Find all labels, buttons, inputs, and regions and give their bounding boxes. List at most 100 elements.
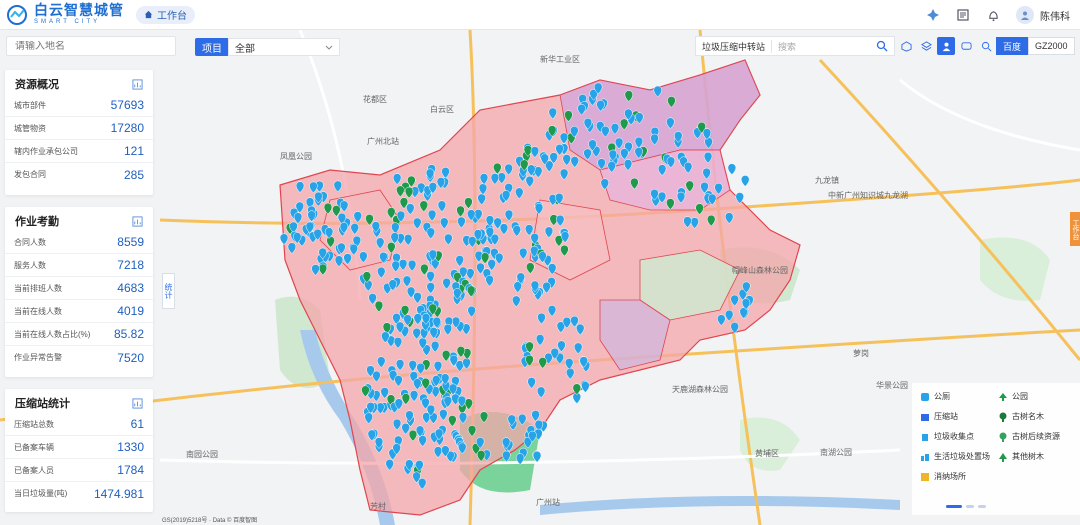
stat-label: 已备案车辆 xyxy=(14,442,54,452)
stat-row[interactable]: 作业异常告警 7520 xyxy=(5,346,153,369)
apps-grid-icon[interactable] xyxy=(918,0,948,30)
workbench-button[interactable]: 工作台 xyxy=(136,5,195,24)
app-subtitle: SMART CITY xyxy=(34,19,101,25)
map-label-nanhu: 南湖公园 xyxy=(820,447,852,457)
facility-marker[interactable] xyxy=(727,163,737,176)
stat-row[interactable]: 辖内作业承包公司 121 xyxy=(5,140,153,163)
stat-row[interactable]: 合同人数 8559 xyxy=(5,231,153,254)
stat-row[interactable]: 已备案人员 1784 xyxy=(5,459,153,482)
stat-row[interactable]: 当日垃圾量(吨) 1474.981 xyxy=(5,482,153,505)
stats-collapse-tab[interactable]: 统计 xyxy=(162,273,175,309)
project-select-value: 全部 xyxy=(235,43,255,55)
stat-row[interactable]: 当前在线人数 4019 xyxy=(5,300,153,323)
stat-value: 4019 xyxy=(117,304,144,318)
map-label-huajing: 华景公园 xyxy=(876,380,908,390)
search-icon[interactable] xyxy=(876,40,888,52)
chart-icon[interactable] xyxy=(132,215,143,227)
map-label-tianluhu: 天鹿湖森林公园 xyxy=(672,384,728,394)
user-name[interactable]: 陈伟科 xyxy=(1040,8,1070,23)
stat-row[interactable]: 发包合同 285 xyxy=(5,163,153,186)
stat-label: 作业异常告警 xyxy=(14,353,62,362)
dump-site-icon xyxy=(920,472,930,482)
stat-value: 61 xyxy=(130,417,144,431)
stat-value: 57693 xyxy=(110,98,144,112)
app-title: 白云智慧城管 xyxy=(34,3,124,19)
resources-title: 资源概况 xyxy=(15,79,59,91)
app-logo[interactable]: 白云智慧城管 SMART CITY xyxy=(6,4,124,26)
map-label-fangcun: 芳村 xyxy=(370,501,386,511)
map-label-jiulong: 九龙镇 xyxy=(815,175,839,185)
city-logo-icon xyxy=(7,4,27,25)
facility-search[interactable]: 垃圾压缩中转站 搜索 xyxy=(695,36,895,56)
map-type-switch[interactable]: 百度 GZ2000 xyxy=(996,37,1075,55)
map-label-huadu: 花都区 xyxy=(363,94,387,104)
pager-dot-active[interactable] xyxy=(946,505,962,508)
attendance-title: 作业考勤 xyxy=(15,216,59,228)
stat-row[interactable]: 城管物资 17280 xyxy=(5,117,153,140)
stat-value: 7520 xyxy=(117,350,144,365)
pager-dot[interactable] xyxy=(966,505,974,508)
legend-item[interactable]: 压缩站 xyxy=(920,411,958,422)
map-label-fenghuang: 凤凰公园 xyxy=(280,152,312,161)
stat-row[interactable]: 服务人数 7218 xyxy=(5,254,153,277)
stat-row[interactable]: 当前在线人数占比(%) 85.82 xyxy=(5,323,153,346)
legend-item[interactable]: 古树后续资源 xyxy=(998,431,1060,442)
toilet-icon xyxy=(920,392,930,402)
bell-icon[interactable] xyxy=(978,0,1008,30)
stat-label: 当前在线人数占比(%) xyxy=(14,329,91,339)
project-select[interactable]: 全部 xyxy=(228,38,340,56)
facility-marker[interactable] xyxy=(581,381,590,393)
person-locate-icon[interactable] xyxy=(937,37,955,55)
legend-pager[interactable] xyxy=(946,505,990,508)
map-label-huangpu: 黄埔区 xyxy=(755,448,779,458)
chevron-down-icon xyxy=(325,45,333,50)
facility-search-input[interactable]: 搜索 xyxy=(772,40,876,53)
stat-value: 4683 xyxy=(117,281,144,295)
disposal-site-icon xyxy=(920,452,930,462)
stat-value: 121 xyxy=(123,144,144,158)
legend-item[interactable]: 垃圾收集点 xyxy=(920,431,974,442)
stat-row[interactable]: 城市部件 57693 xyxy=(5,94,153,117)
stat-row[interactable]: 已备案车辆 1330 xyxy=(5,436,153,459)
stat-value: 1330 xyxy=(117,440,144,454)
park-icon xyxy=(998,392,1008,402)
place-search-field[interactable] xyxy=(15,40,165,52)
facility-category[interactable]: 垃圾压缩中转站 xyxy=(696,39,773,53)
legend-item[interactable]: 其他树木 xyxy=(998,451,1044,462)
zoom-icon[interactable] xyxy=(977,37,995,55)
stat-row[interactable]: 当前排班人数 4683 xyxy=(5,277,153,300)
garbage-collection-icon xyxy=(920,432,930,442)
stat-label: 辖内作业承包公司 xyxy=(14,146,78,156)
stat-value: 1784 xyxy=(117,463,144,477)
map-label-luogang: 萝岗 xyxy=(853,348,869,358)
stat-value: 17280 xyxy=(110,121,144,135)
map-copyright: GS(2019)5218号 · Data © 百度智图 xyxy=(162,518,258,524)
place-search-input[interactable] xyxy=(6,36,176,56)
stat-label: 城市部件 xyxy=(14,100,46,110)
legend-item[interactable]: 古树名木 xyxy=(998,411,1044,422)
legend-item[interactable]: 消纳场所 xyxy=(920,471,966,482)
chat-icon[interactable] xyxy=(957,37,975,55)
document-icon[interactable] xyxy=(948,0,978,30)
stat-value: 85.82 xyxy=(113,327,144,341)
chart-icon[interactable] xyxy=(132,78,143,90)
facility-marker[interactable] xyxy=(740,175,750,187)
map-legend: 公厕 公园 压缩站 古树名木 垃圾收集点 古树后续资源 生活垃圾处置场 其他树木… xyxy=(912,383,1080,515)
stat-value: 7218 xyxy=(117,258,144,272)
box-tool-icon[interactable] xyxy=(897,37,915,55)
chart-icon[interactable] xyxy=(132,397,143,409)
map-label-knowledge-city: 中新广州知识城九龙湖 xyxy=(828,190,908,200)
right-side-tab[interactable]: 工作台 xyxy=(1070,212,1080,246)
pager-dot[interactable] xyxy=(978,505,986,508)
layers-icon[interactable] xyxy=(917,37,935,55)
stat-row[interactable]: 压缩站总数 61 xyxy=(5,413,153,436)
map-label-xinhua: 新华工业区 xyxy=(540,54,580,64)
legend-item[interactable]: 公园 xyxy=(998,391,1028,402)
map-label-baiyun: 白云区 xyxy=(430,104,454,114)
legend-item[interactable]: 生活垃圾处置场 xyxy=(920,451,990,462)
legend-item[interactable]: 公厕 xyxy=(920,391,950,402)
avatar[interactable] xyxy=(1016,6,1034,24)
map-type-gz2000[interactable]: GZ2000 xyxy=(1028,37,1075,55)
project-filter-label[interactable]: 项目 xyxy=(195,38,229,56)
map-type-baidu[interactable]: 百度 xyxy=(996,37,1029,55)
